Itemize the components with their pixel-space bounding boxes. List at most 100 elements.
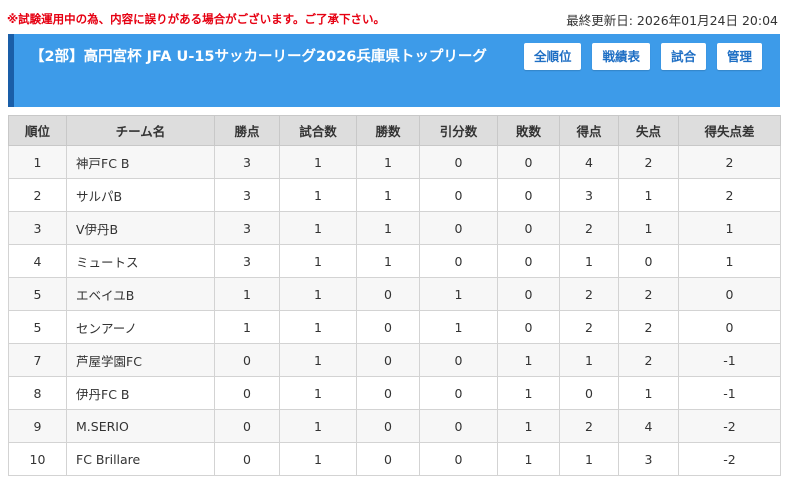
cell-rank: 7 [8, 343, 67, 377]
cell-points: 0 [214, 376, 280, 410]
header-nav: 全順位 戦績表 試合 管理 [523, 43, 762, 70]
table-header-row: 順位 チーム名 勝点 試合数 勝数 引分数 敗数 得点 失点 得失点差 [8, 115, 781, 146]
column-header-wins: 勝数 [356, 115, 420, 146]
cell-goal-diff: 1 [678, 244, 781, 278]
cell-goals-for: 2 [559, 310, 619, 344]
cell-goals-against: 2 [618, 310, 679, 344]
cell-points: 0 [214, 442, 280, 476]
cell-wins: 0 [356, 442, 420, 476]
cell-wins: 1 [356, 178, 420, 212]
cell-goal-diff: 0 [678, 310, 781, 344]
cell-wins: 1 [356, 145, 420, 179]
cell-wins: 0 [356, 376, 420, 410]
table-row: 4 ミュートス 3 1 1 0 0 1 0 1 [8, 244, 781, 278]
cell-rank: 3 [8, 211, 67, 245]
cell-rank: 9 [8, 409, 67, 443]
cell-goals-against: 2 [618, 145, 679, 179]
standings-table-wrapper: 順位 チーム名 勝点 試合数 勝数 引分数 敗数 得点 失点 得失点差 1 神戸FC B311004… [8, 115, 781, 476]
table-row: 5 エベイユB 1 1 0 1 0 2 2 0 [8, 277, 781, 311]
column-header-goals-against: 失点 [618, 115, 679, 146]
nav-admin-button[interactable]: 管理 [716, 43, 762, 70]
cell-goal-diff: -1 [678, 376, 781, 410]
cell-losses: 0 [497, 211, 560, 245]
cell-goals-for: 1 [559, 442, 619, 476]
cell-losses: 1 [497, 343, 560, 377]
cell-draws: 0 [419, 376, 498, 410]
cell-wins: 0 [356, 343, 420, 377]
cell-wins: 0 [356, 409, 420, 443]
table-body: 1 神戸FC B 3 1 1 0 0 4 2 2 2 サルパB 3 1 1 0 0 3 1 2 3 V伊丹B 3 1 1 0 0 2 1… [8, 145, 781, 476]
cell-team-name: 芦屋学園FC [66, 343, 215, 377]
cell-played: 1 [279, 178, 357, 212]
cell-losses: 0 [497, 310, 560, 344]
nav-matches-button[interactable]: 試合 [660, 43, 706, 70]
cell-points: 3 [214, 211, 280, 245]
league-title: 【2部】高円宮杯 JFA U-15サッカーリーグ2026兵庫県トップリーグ [30, 49, 487, 65]
cell-goal-diff: 1 [678, 211, 781, 245]
cell-goal-diff: -2 [678, 409, 781, 443]
cell-team-name: ミュートス [66, 244, 215, 278]
cell-played: 1 [279, 409, 357, 443]
column-header-rank: 順位 [8, 115, 67, 146]
cell-goal-diff: 0 [678, 277, 781, 311]
cell-draws: 0 [419, 343, 498, 377]
cell-losses: 0 [497, 244, 560, 278]
cell-losses: 1 [497, 442, 560, 476]
cell-goals-for: 0 [559, 376, 619, 410]
cell-goal-diff: 2 [678, 178, 781, 212]
column-header-team-name: チーム名 [66, 115, 215, 146]
cell-rank: 5 [8, 277, 67, 311]
league-header: 【2部】高円宮杯 JFA U-15サッカーリーグ2026兵庫県トップリーグ 全順… [8, 34, 780, 107]
cell-team-name: サルパB [66, 178, 215, 212]
last-updated: 最終更新日: 2026年01月24日 20:04 [566, 13, 778, 28]
cell-team-name: V伊丹B [66, 211, 215, 245]
cell-goals-against: 1 [618, 211, 679, 245]
cell-team-name: 神戸FC B [66, 145, 215, 179]
cell-goals-against: 1 [618, 376, 679, 410]
table-row: 5 センアーノ 1 1 0 1 0 2 2 0 [8, 310, 781, 344]
top-bar: ※試験運用中の為、内容に誤りがある場合がございます。ご了承下さい。 最終更新日:… [0, 0, 786, 34]
cell-wins: 0 [356, 277, 420, 311]
cell-team-name: センアーノ [66, 310, 215, 344]
cell-draws: 0 [419, 442, 498, 476]
cell-rank: 1 [8, 145, 67, 179]
cell-played: 1 [279, 277, 357, 311]
cell-losses: 1 [497, 409, 560, 443]
table-row: 9 M.SERIO 0 1 0 0 1 2 4 -2 [8, 409, 781, 443]
column-header-losses: 敗数 [497, 115, 560, 146]
cell-played: 1 [279, 376, 357, 410]
cell-goal-diff: -2 [678, 442, 781, 476]
cell-goals-against: 3 [618, 442, 679, 476]
cell-goals-for: 1 [559, 343, 619, 377]
cell-draws: 0 [419, 211, 498, 245]
cell-losses: 0 [497, 145, 560, 179]
cell-played: 1 [279, 343, 357, 377]
cell-team-name: M.SERIO [66, 409, 215, 443]
table-row: 1 神戸FC B31100422 [8, 145, 781, 179]
cell-points: 3 [214, 244, 280, 278]
table-row: 7 芦屋学園FC 0 1 0 0 1 1 2 -1 [8, 343, 781, 377]
nav-results-table-button[interactable]: 戦績表 [592, 43, 650, 70]
column-header-draws: 引分数 [419, 115, 498, 146]
table-row: 3 V伊丹B 3 1 1 0 0 2 1 1 [8, 211, 781, 245]
cell-goals-against: 1 [618, 178, 679, 212]
cell-points: 3 [214, 178, 280, 212]
cell-goals-for: 4 [559, 145, 619, 179]
cell-wins: 1 [356, 244, 420, 278]
table-row: 2 サルパB 3 1 1 0 0 3 1 2 [8, 178, 781, 212]
cell-draws: 0 [419, 409, 498, 443]
cell-rank: 4 [8, 244, 67, 278]
cell-team-name: FC Brillare [66, 442, 215, 476]
cell-goals-for: 2 [559, 409, 619, 443]
standings-table: 順位 チーム名 勝点 試合数 勝数 引分数 敗数 得点 失点 得失点差 1 神戸FC B311004… [8, 115, 781, 476]
cell-team-name: 伊丹FC B [66, 376, 215, 410]
nav-all-rankings-button[interactable]: 全順位 [523, 43, 582, 70]
cell-played: 1 [279, 442, 357, 476]
cell-goals-for: 2 [559, 277, 619, 311]
trial-notice: ※試験運用中の為、内容に誤りがある場合がございます。ご了承下さい。 [7, 12, 386, 26]
cell-goal-diff: -1 [678, 343, 781, 377]
cell-rank: 10 [8, 442, 67, 476]
cell-rank: 2 [8, 178, 67, 212]
column-header-played: 試合数 [279, 115, 357, 146]
cell-goals-for: 2 [559, 211, 619, 245]
